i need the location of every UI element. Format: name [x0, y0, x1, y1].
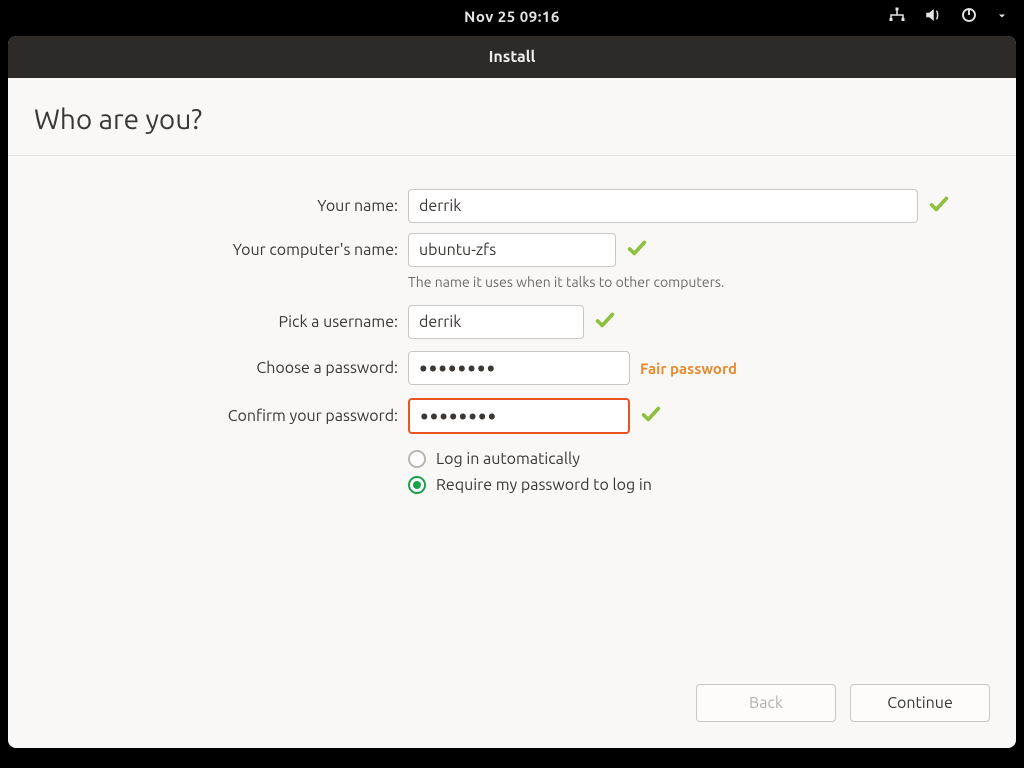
chevron-down-icon[interactable] — [996, 8, 1008, 25]
window-titlebar: Install — [8, 36, 1016, 78]
user-form: Your name: Your computer's name: The — [8, 156, 1016, 748]
radio-require-password[interactable]: Require my password to log in — [408, 476, 1016, 494]
name-label: Your name: — [8, 197, 408, 215]
radio-auto-login[interactable]: Log in automatically — [408, 450, 1016, 468]
radio-dot-icon — [408, 450, 426, 468]
volume-icon[interactable] — [924, 6, 942, 27]
name-field[interactable] — [408, 189, 918, 223]
window-title: Install — [489, 48, 536, 66]
radio-require-password-label: Require my password to log in — [436, 476, 652, 494]
network-icon[interactable] — [888, 6, 906, 27]
radio-auto-login-label: Log in automatically — [436, 450, 580, 468]
page-title: Who are you? — [34, 104, 990, 135]
installer-window: Install Who are you? Your name: Your com… — [8, 36, 1016, 748]
footer: Back Continue — [8, 684, 1016, 748]
confirm-label: Confirm your password: — [8, 407, 408, 425]
password-field[interactable]: •••••••• — [408, 351, 630, 385]
login-options: Log in automatically Require my password… — [8, 450, 1016, 494]
power-icon[interactable] — [960, 6, 978, 27]
hostname-hint: The name it uses when it talks to other … — [8, 274, 1016, 290]
password-strength: Fair password — [640, 360, 737, 377]
username-label: Pick a username: — [8, 313, 408, 331]
confirm-password-field[interactable]: •••••••• — [408, 398, 630, 434]
check-icon — [626, 237, 648, 263]
system-status-area[interactable] — [888, 0, 1008, 32]
hostname-label: Your computer's name: — [8, 241, 408, 259]
check-icon — [594, 309, 616, 335]
continue-button[interactable]: Continue — [850, 684, 990, 722]
back-button[interactable]: Back — [696, 684, 836, 722]
page-header: Who are you? — [8, 78, 1016, 156]
check-icon — [640, 403, 662, 429]
hostname-field[interactable] — [408, 233, 616, 267]
top-panel: Nov 25 09:16 — [0, 0, 1024, 32]
username-field[interactable] — [408, 305, 584, 339]
check-icon — [928, 193, 950, 219]
radio-dot-icon — [408, 476, 426, 494]
clock: Nov 25 09:16 — [464, 8, 560, 25]
password-label: Choose a password: — [8, 359, 408, 377]
